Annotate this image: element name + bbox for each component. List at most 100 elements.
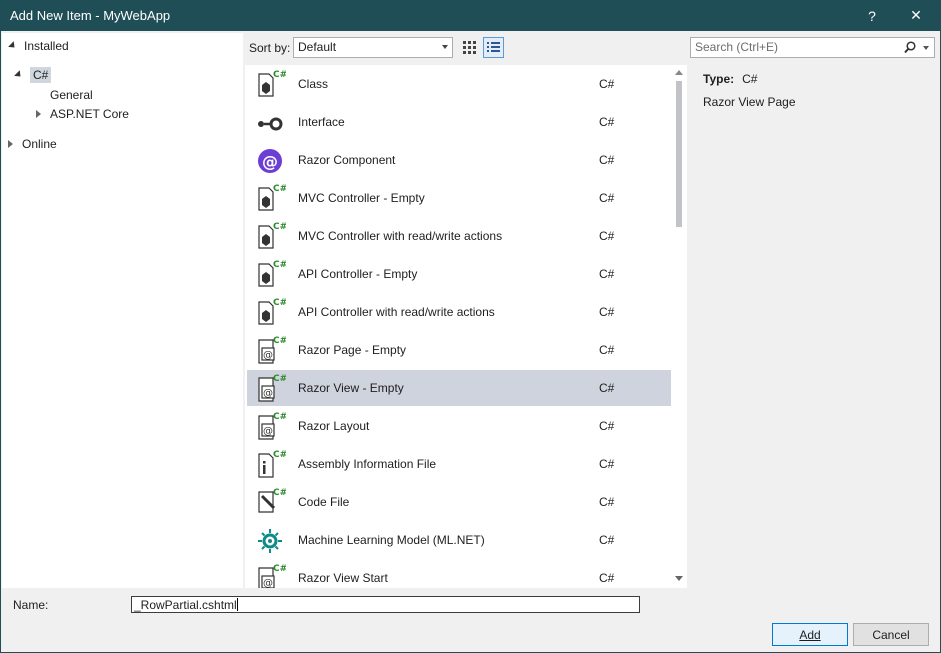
name-input-value: _RowPartial.cshtml xyxy=(134,598,237,612)
svg-text:C#: C# xyxy=(273,374,286,384)
template-item-name: Class xyxy=(298,77,329,91)
razor-file-icon: @ C# xyxy=(258,336,286,364)
template-item-name: Razor Layout xyxy=(298,419,370,433)
svg-text:C#: C# xyxy=(273,564,286,574)
search-placeholder: Search (Ctrl+E) xyxy=(695,40,779,54)
svg-text:C#: C# xyxy=(273,488,286,498)
template-item[interactable]: @ C# Razor Page - Empty C# xyxy=(247,332,671,368)
ml-model-icon xyxy=(258,529,282,553)
svg-text:C#: C# xyxy=(273,70,286,80)
tree-node-aspnet[interactable]: ASP.NET Core xyxy=(32,105,129,123)
template-item[interactable]: @ C# Razor Layout C# xyxy=(247,408,671,444)
template-item-language: C# xyxy=(599,533,615,547)
collapsed-caret-icon[interactable] xyxy=(4,140,16,148)
class-template-icon: C# xyxy=(258,184,286,211)
template-item[interactable]: @ Razor Component C# xyxy=(247,142,671,178)
template-item-language: C# xyxy=(599,457,615,471)
template-item-name: API Controller with read/write actions xyxy=(298,305,495,319)
template-item-language: C# xyxy=(599,381,615,395)
type-label: Type: xyxy=(703,72,735,86)
sort-by-dropdown[interactable]: Default xyxy=(293,37,453,58)
template-item[interactable]: Interface C# xyxy=(247,104,671,140)
details-pane: Type: C# Razor View Page xyxy=(689,65,938,588)
expanded-caret-icon[interactable] xyxy=(6,40,18,50)
sort-by-label: Sort by: xyxy=(249,41,291,55)
svg-text:@: @ xyxy=(263,350,273,361)
template-item[interactable]: C# MVC Controller - Empty C# xyxy=(247,180,671,216)
template-tree: Installed C# General ASP.NET Core Online xyxy=(2,33,243,588)
template-item-language: C# xyxy=(599,267,615,281)
add-button-label: Add xyxy=(799,627,821,642)
template-list: C# Class C# Interface C# @ Razor Component C#… xyxy=(245,65,687,588)
template-item-language: C# xyxy=(599,305,615,319)
class-template-icon: C# xyxy=(258,298,286,325)
template-item[interactable]: C# API Controller with read/write actions… xyxy=(247,294,671,330)
tree-node-label: ASP.NET Core xyxy=(50,107,129,121)
svg-text:C#: C# xyxy=(273,412,286,422)
template-item[interactable]: C# MVC Controller with read/write actions… xyxy=(247,218,671,254)
template-item[interactable]: Machine Learning Model (ML.NET) C# xyxy=(247,522,671,558)
text-cursor xyxy=(236,598,238,611)
list-scrollbar[interactable] xyxy=(671,65,687,588)
info-file-icon: C# xyxy=(258,450,286,478)
razor-file-icon: @ C# xyxy=(258,374,286,402)
close-button[interactable]: ✕ xyxy=(896,0,936,31)
small-icons-view-button[interactable] xyxy=(483,37,504,58)
razor-file-icon: @ C# xyxy=(258,564,286,588)
template-item[interactable]: C# Assembly Information File C# xyxy=(247,446,671,482)
template-item-name: Razor Page - Empty xyxy=(298,343,407,357)
svg-text:C#: C# xyxy=(273,184,286,194)
template-item[interactable]: C# API Controller - Empty C# xyxy=(247,256,671,292)
svg-text:@: @ xyxy=(263,388,273,399)
template-description: Razor View Page xyxy=(703,95,796,109)
template-item-name: API Controller - Empty xyxy=(298,267,418,281)
template-item-language: C# xyxy=(599,153,615,167)
razor-component-icon: @ xyxy=(258,149,282,173)
search-input[interactable]: Search (Ctrl+E) xyxy=(690,37,935,58)
help-button[interactable]: ? xyxy=(852,0,892,31)
template-item-language: C# xyxy=(599,77,615,91)
scroll-thumb[interactable] xyxy=(676,81,682,227)
type-value: C# xyxy=(742,72,758,86)
search-icon[interactable] xyxy=(904,41,916,54)
template-item-language: C# xyxy=(599,571,615,585)
svg-text:@: @ xyxy=(263,426,273,437)
template-item-language: C# xyxy=(599,191,615,205)
code-file-icon: C# xyxy=(258,488,286,513)
template-item-name: Interface xyxy=(298,115,345,129)
type-row: Type: C# xyxy=(703,72,757,86)
template-item[interactable]: @ C# Razor View Start C# xyxy=(247,560,671,588)
svg-text:C#: C# xyxy=(273,260,286,270)
tree-node-label: General xyxy=(50,88,93,102)
tree-node-label: Installed xyxy=(24,39,69,53)
template-item[interactable]: @ C# Razor View - Empty C# xyxy=(247,370,671,406)
add-button[interactable]: Add xyxy=(772,623,848,646)
tree-node-general[interactable]: General xyxy=(50,86,93,104)
tree-node-csharp[interactable]: C# xyxy=(12,66,52,84)
tree-node-label: C# xyxy=(30,67,52,83)
cancel-button[interactable]: Cancel xyxy=(853,623,929,646)
template-item-name: Razor View Start xyxy=(298,571,388,585)
tree-node-online[interactable]: Online xyxy=(4,135,57,153)
svg-text:C#: C# xyxy=(273,336,286,346)
expanded-caret-icon[interactable] xyxy=(12,69,24,79)
template-item-language: C# xyxy=(599,229,615,243)
template-item-name: Assembly Information File xyxy=(298,457,437,471)
medium-icons-view-button[interactable] xyxy=(459,37,480,58)
template-item[interactable]: C# Class C# xyxy=(247,66,671,102)
template-item-name: Code File xyxy=(298,495,350,509)
tree-node-label: Online xyxy=(22,137,57,151)
template-item-language: C# xyxy=(599,495,615,509)
template-item-name: Razor View - Empty xyxy=(298,381,404,395)
razor-file-icon: @ C# xyxy=(258,412,286,440)
scroll-up-arrow-icon[interactable] xyxy=(675,70,683,75)
template-item-language: C# xyxy=(599,419,615,433)
search-options-chevron-icon[interactable] xyxy=(923,46,929,50)
tree-node-installed[interactable]: Installed xyxy=(6,37,69,55)
list-view-icon xyxy=(487,42,500,52)
template-item[interactable]: C# Code File C# xyxy=(247,484,671,520)
collapsed-caret-icon[interactable] xyxy=(32,110,44,118)
scroll-down-arrow-icon[interactable] xyxy=(675,576,683,581)
cancel-button-label: Cancel xyxy=(872,627,910,642)
name-input[interactable]: _RowPartial.cshtml xyxy=(131,596,640,613)
